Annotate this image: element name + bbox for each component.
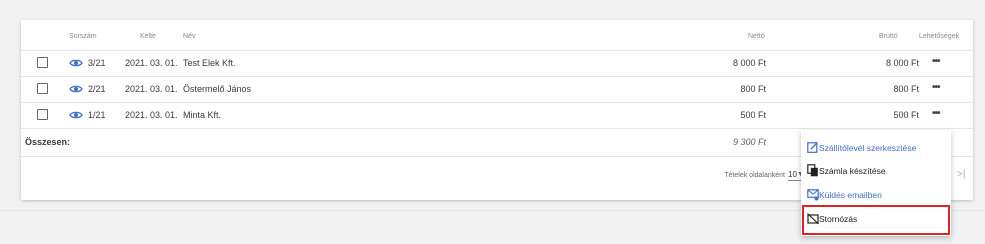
- eye-icon[interactable]: [69, 56, 83, 70]
- table-row[interactable]: 1/21 2021. 03. 01. Minta Kft. 500 Ft 500…: [21, 102, 973, 129]
- menu-item-label: Számla készítése: [819, 166, 886, 176]
- menu-item-create-invoice[interactable]: Számla készítése: [801, 162, 951, 182]
- last-page-icon[interactable]: >|: [957, 169, 965, 180]
- highlight-box: [802, 205, 950, 235]
- row-checkbox[interactable]: [37, 57, 48, 68]
- menu-item-edit[interactable]: Szállítólevél szerkesztése: [801, 139, 951, 159]
- row-number: 3/21: [88, 58, 106, 68]
- row-gross: 800 Ft: [893, 84, 919, 94]
- per-page-label: Tételek oldalanként: [724, 172, 785, 179]
- menu-item-label: Szállítólevél szerkesztése: [819, 143, 917, 153]
- row-checkbox[interactable]: [37, 83, 48, 94]
- table-row[interactable]: 3/21 2021. 03. 01. Test Elek Kft. 8 000 …: [21, 50, 973, 77]
- copy-document-icon: [807, 164, 818, 177]
- header-gross[interactable]: Bruttó: [879, 33, 898, 40]
- row-net: 8 000 Ft: [732, 58, 766, 68]
- header-number[interactable]: Sorszám: [69, 33, 97, 40]
- header-options: Lehetőségek: [919, 33, 960, 40]
- eye-icon[interactable]: [69, 108, 83, 122]
- header-name[interactable]: Név: [183, 33, 195, 40]
- row-gross: 8 000 Ft: [885, 58, 919, 68]
- row-number: 2/21: [88, 84, 106, 94]
- total-label: Összesen:: [25, 137, 71, 147]
- row-checkbox[interactable]: [37, 109, 48, 120]
- header-net[interactable]: Nettó: [748, 33, 765, 40]
- row-name: Test Elek Kft.: [183, 58, 236, 68]
- row-name: Minta Kft.: [183, 110, 222, 120]
- mail-send-icon: [807, 189, 819, 201]
- more-options-icon[interactable]: •••: [932, 82, 940, 93]
- more-options-icon[interactable]: •••: [932, 56, 940, 67]
- row-net: 500 Ft: [740, 110, 766, 120]
- row-net: 800 Ft: [740, 84, 766, 94]
- eye-icon[interactable]: [69, 82, 83, 96]
- menu-item-label: Küldés emailben: [819, 190, 882, 200]
- row-date: 2021. 03. 01.: [125, 110, 178, 120]
- row-date: 2021. 03. 01.: [125, 58, 178, 68]
- table-header: Sorszám Kelte Név Nettó Bruttó Lehetőség…: [21, 20, 973, 51]
- header-date[interactable]: Kelte: [140, 33, 156, 40]
- row-date: 2021. 03. 01.: [125, 84, 178, 94]
- more-options-icon[interactable]: •••: [932, 108, 940, 119]
- row-name: Östermelő János: [183, 84, 252, 94]
- row-gross: 500 Ft: [893, 110, 919, 120]
- edit-icon: [807, 142, 818, 153]
- row-number: 1/21: [88, 110, 106, 120]
- menu-item-send-email[interactable]: Küldés emailben: [801, 186, 951, 206]
- table-row[interactable]: 2/21 2021. 03. 01. Östermelő János 800 F…: [21, 76, 973, 103]
- total-net: 9 300 Ft: [732, 137, 766, 147]
